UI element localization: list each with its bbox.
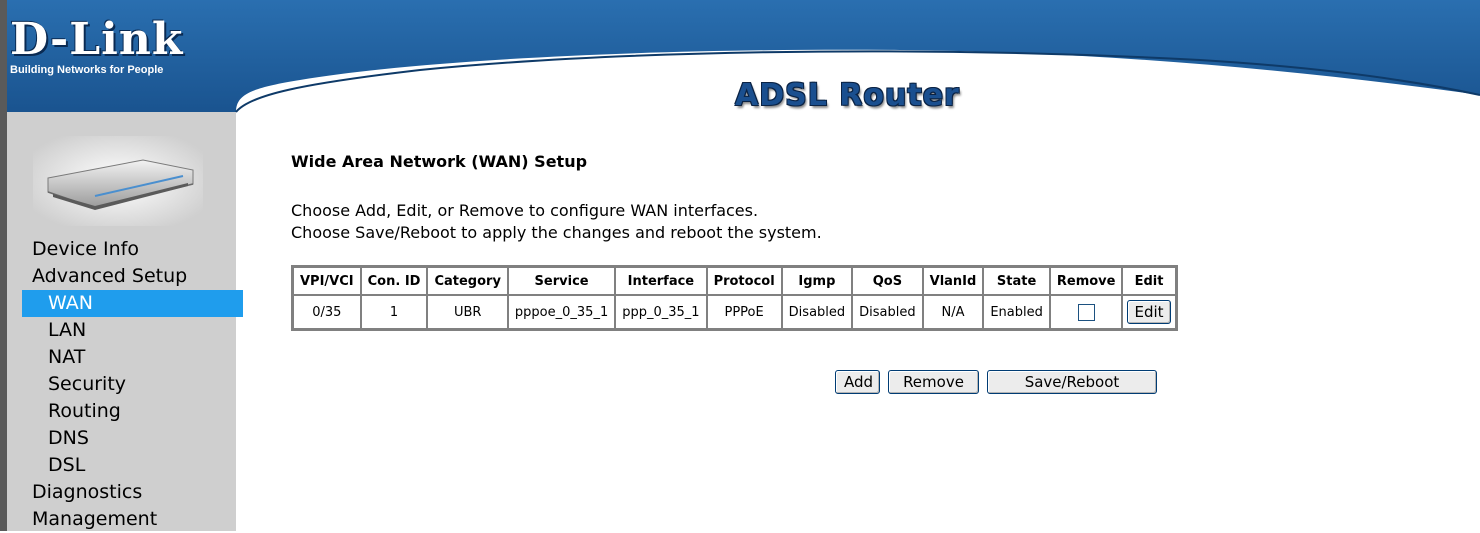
cell-protocol: PPPoE (706, 295, 782, 329)
column-header-vpi-vci: VPI/VCI (293, 267, 361, 295)
column-header-vlanid: VlanId (922, 267, 984, 295)
sidebar-item-security[interactable]: Security (32, 371, 243, 398)
column-header-con-id: Con. ID (360, 267, 428, 295)
dlink-logo: D-Link Building Networks for People (10, 14, 230, 77)
sidebar: Device Info Advanced Setup WAN LAN NAT Securi… (0, 112, 243, 531)
cell-interface: ppp_0_35_1 (615, 295, 707, 329)
page-description: Choose Add, Edit, or Remove to configure… (291, 200, 822, 244)
edit-button[interactable]: Edit (1127, 300, 1171, 324)
remove-button[interactable]: Remove (888, 370, 979, 394)
add-button[interactable]: Add (835, 370, 880, 394)
column-header-igmp: Igmp (781, 267, 853, 295)
sidebar-item-wan[interactable]: WAN (22, 290, 243, 317)
cell-service: pppoe_0_35_1 (507, 295, 616, 329)
action-buttons: Add Remove Save/Reboot (835, 370, 1165, 394)
sidebar-item-dsl[interactable]: DSL (32, 452, 243, 479)
table-row: 0/35 1 UBR pppoe_0_35_1 ppp_0_35_1 PPPoE Disab… (293, 295, 1176, 329)
cell-igmp: Disabled (781, 295, 853, 329)
main-content: Wide Area Network (WAN) Setup Choose Add… (291, 150, 1178, 394)
cell-con-id: 1 (360, 295, 428, 329)
cell-vlan-id: N/A (922, 295, 984, 329)
sidebar-item-lan[interactable]: LAN (32, 317, 243, 344)
sidebar-item-routing[interactable]: Routing (32, 398, 243, 425)
sidebar-item-dns[interactable]: DNS (32, 425, 243, 452)
sidebar-item-diagnostics[interactable]: Diagnostics (32, 479, 243, 506)
header-banner: D-Link Building Networks for People ADSL… (0, 0, 1480, 130)
table-body: 0/35 1 UBR pppoe_0_35_1 ppp_0_35_1 PPPoE Disab… (293, 295, 1176, 329)
cell-vpi-vci: 0/35 (293, 295, 361, 329)
column-header-state: State (983, 267, 1050, 295)
product-title: ADSL Router (735, 78, 960, 113)
page-title: Wide Area Network (WAN) Setup (291, 152, 588, 171)
router-device-image (33, 136, 203, 226)
table-header-row: VPI/VCI Con. ID Category Service Interface Pr… (293, 267, 1176, 295)
column-header-qos: QoS (852, 267, 923, 295)
column-header-interface: Interface (615, 267, 707, 295)
cell-qos: Disabled (852, 295, 923, 329)
column-header-category: Category (427, 267, 508, 295)
sidebar-item-management[interactable]: Management (32, 506, 243, 533)
nav-menu: Device Info Advanced Setup WAN LAN NAT Securi… (22, 236, 243, 533)
cell-state: Enabled (983, 295, 1050, 329)
wan-interfaces-table: VPI/VCI Con. ID Category Service Interface Pr… (291, 265, 1178, 331)
column-header-edit: Edit (1122, 267, 1176, 295)
description-line-1: Choose Add, Edit, or Remove to configure… (291, 201, 759, 220)
description-line-2: Choose Save/Reboot to apply the changes … (291, 223, 822, 242)
cell-remove (1049, 295, 1123, 329)
remove-checkbox[interactable] (1077, 303, 1095, 321)
logo-tagline: Building Networks for People (10, 64, 164, 76)
cell-category: UBR (427, 295, 508, 329)
save-reboot-button[interactable]: Save/Reboot (987, 370, 1157, 394)
column-header-service: Service (507, 267, 616, 295)
logo-brand: D-Link (10, 14, 184, 65)
cell-edit: Edit (1122, 295, 1176, 329)
column-header-remove: Remove (1049, 267, 1123, 295)
sidebar-item-nat[interactable]: NAT (32, 344, 243, 371)
column-header-protocol: Protocol (706, 267, 782, 295)
sidebar-item-advanced-setup[interactable]: Advanced Setup (32, 263, 243, 290)
sidebar-item-device-info[interactable]: Device Info (32, 236, 243, 263)
